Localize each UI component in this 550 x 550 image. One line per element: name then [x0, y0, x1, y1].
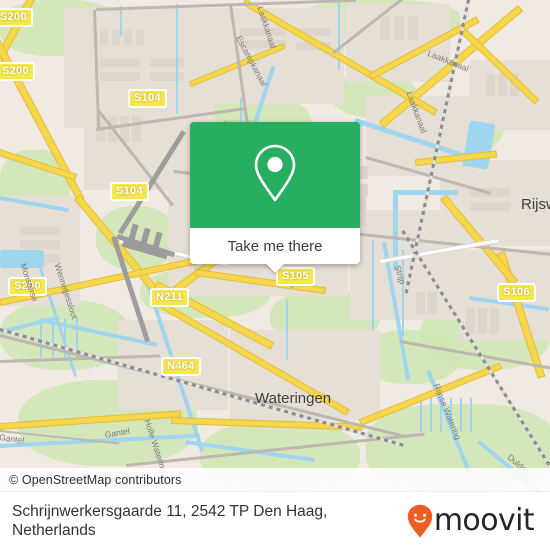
map-building [100, 30, 108, 46]
map-building [100, 72, 140, 81]
map-building [490, 308, 499, 334]
map-builtup-area [350, 210, 460, 320]
address-line-1: Schrijnwerkersgaarde 11, 2542 TP Den Haa… [12, 503, 328, 520]
map-building [408, 16, 418, 40]
map-ditch [460, 398, 462, 432]
road-shield: N211 [150, 288, 189, 307]
footer-bar: Schrijnwerkersgaarde 11, 2542 TP Den Haa… [0, 492, 550, 550]
address-block: Schrijnwerkersgaarde 11, 2542 TP Den Haa… [0, 502, 327, 540]
map-building [150, 58, 184, 67]
osm-attribution-text[interactable]: © OpenStreetMap contributors [0, 473, 182, 487]
map-ditch [286, 300, 288, 360]
map-building [100, 58, 140, 67]
map-building [394, 16, 404, 40]
map-building [466, 308, 475, 334]
map-building [416, 292, 425, 314]
road-shield: S200 [0, 8, 33, 27]
road-shield: S200 [0, 62, 35, 81]
moovit-logo[interactable]: moovit [407, 504, 550, 538]
map-building [20, 226, 60, 235]
map-canvas[interactable]: S200 S200 S104 S104 S105 S106 N211 N464 … [0, 0, 550, 492]
road-shield: S104 [110, 182, 149, 201]
take-me-there-button[interactable]: Take me there [190, 228, 360, 264]
map-ditch [120, 6, 122, 36]
road-shield: N464 [161, 357, 201, 376]
map-ditch [430, 398, 432, 432]
map-ditch [372, 240, 374, 330]
road-shield: S104 [128, 89, 167, 108]
card-pointer-tail [266, 264, 284, 273]
place-label-wateringen: Wateringen [255, 390, 332, 407]
map-building [380, 16, 390, 40]
map-building [470, 202, 510, 211]
map-ditch [420, 398, 422, 432]
map-building [20, 240, 60, 249]
map-pin-icon [248, 141, 302, 210]
map-building [136, 30, 144, 46]
map-screenshot: S200 S200 S104 S104 S105 S106 N211 N464 … [0, 0, 550, 550]
place-label-rijswijk: Rijswijk [521, 196, 550, 213]
map-attribution-bar: © OpenStreetMap contributors [0, 468, 550, 492]
map-building [498, 74, 507, 96]
map-building [112, 30, 120, 46]
map-building [150, 72, 184, 81]
map-ditch [176, 4, 178, 114]
map-building [486, 74, 495, 96]
address-line-2: Netherlands [12, 522, 96, 539]
location-callout-card[interactable]: Take me there [190, 122, 360, 273]
moovit-wordmark: moovit [433, 503, 535, 538]
map-building [124, 30, 132, 46]
take-me-there-label: Take me there [227, 237, 323, 255]
map-ditch [402, 250, 404, 336]
road-shield: S106 [497, 283, 536, 302]
map-building [478, 308, 487, 334]
moovit-pin-icon [407, 504, 433, 538]
map-building [428, 292, 437, 314]
map-building [132, 116, 141, 142]
card-header [190, 122, 360, 228]
map-ditch [470, 398, 472, 432]
